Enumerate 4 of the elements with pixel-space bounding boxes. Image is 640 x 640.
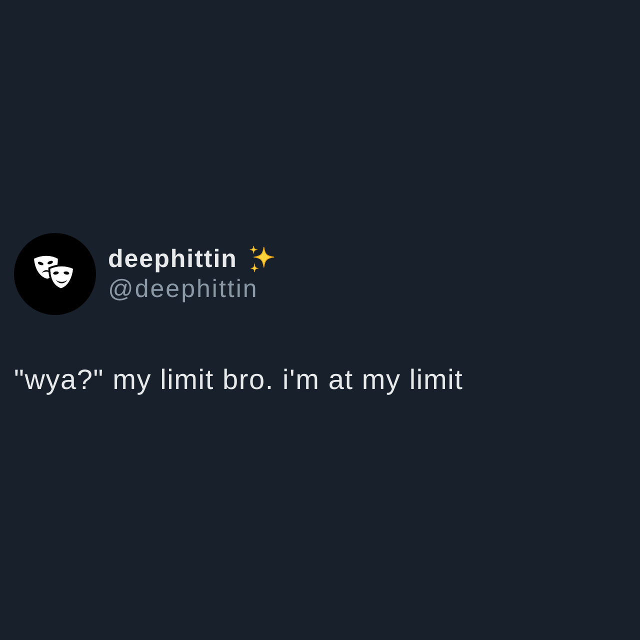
post-text: "wya?" my limit bro. i'm at my limit — [14, 363, 464, 397]
display-name: deephittin — [108, 244, 238, 274]
user-handle: @deephittin — [108, 274, 258, 304]
sparkles-icon — [248, 245, 276, 273]
